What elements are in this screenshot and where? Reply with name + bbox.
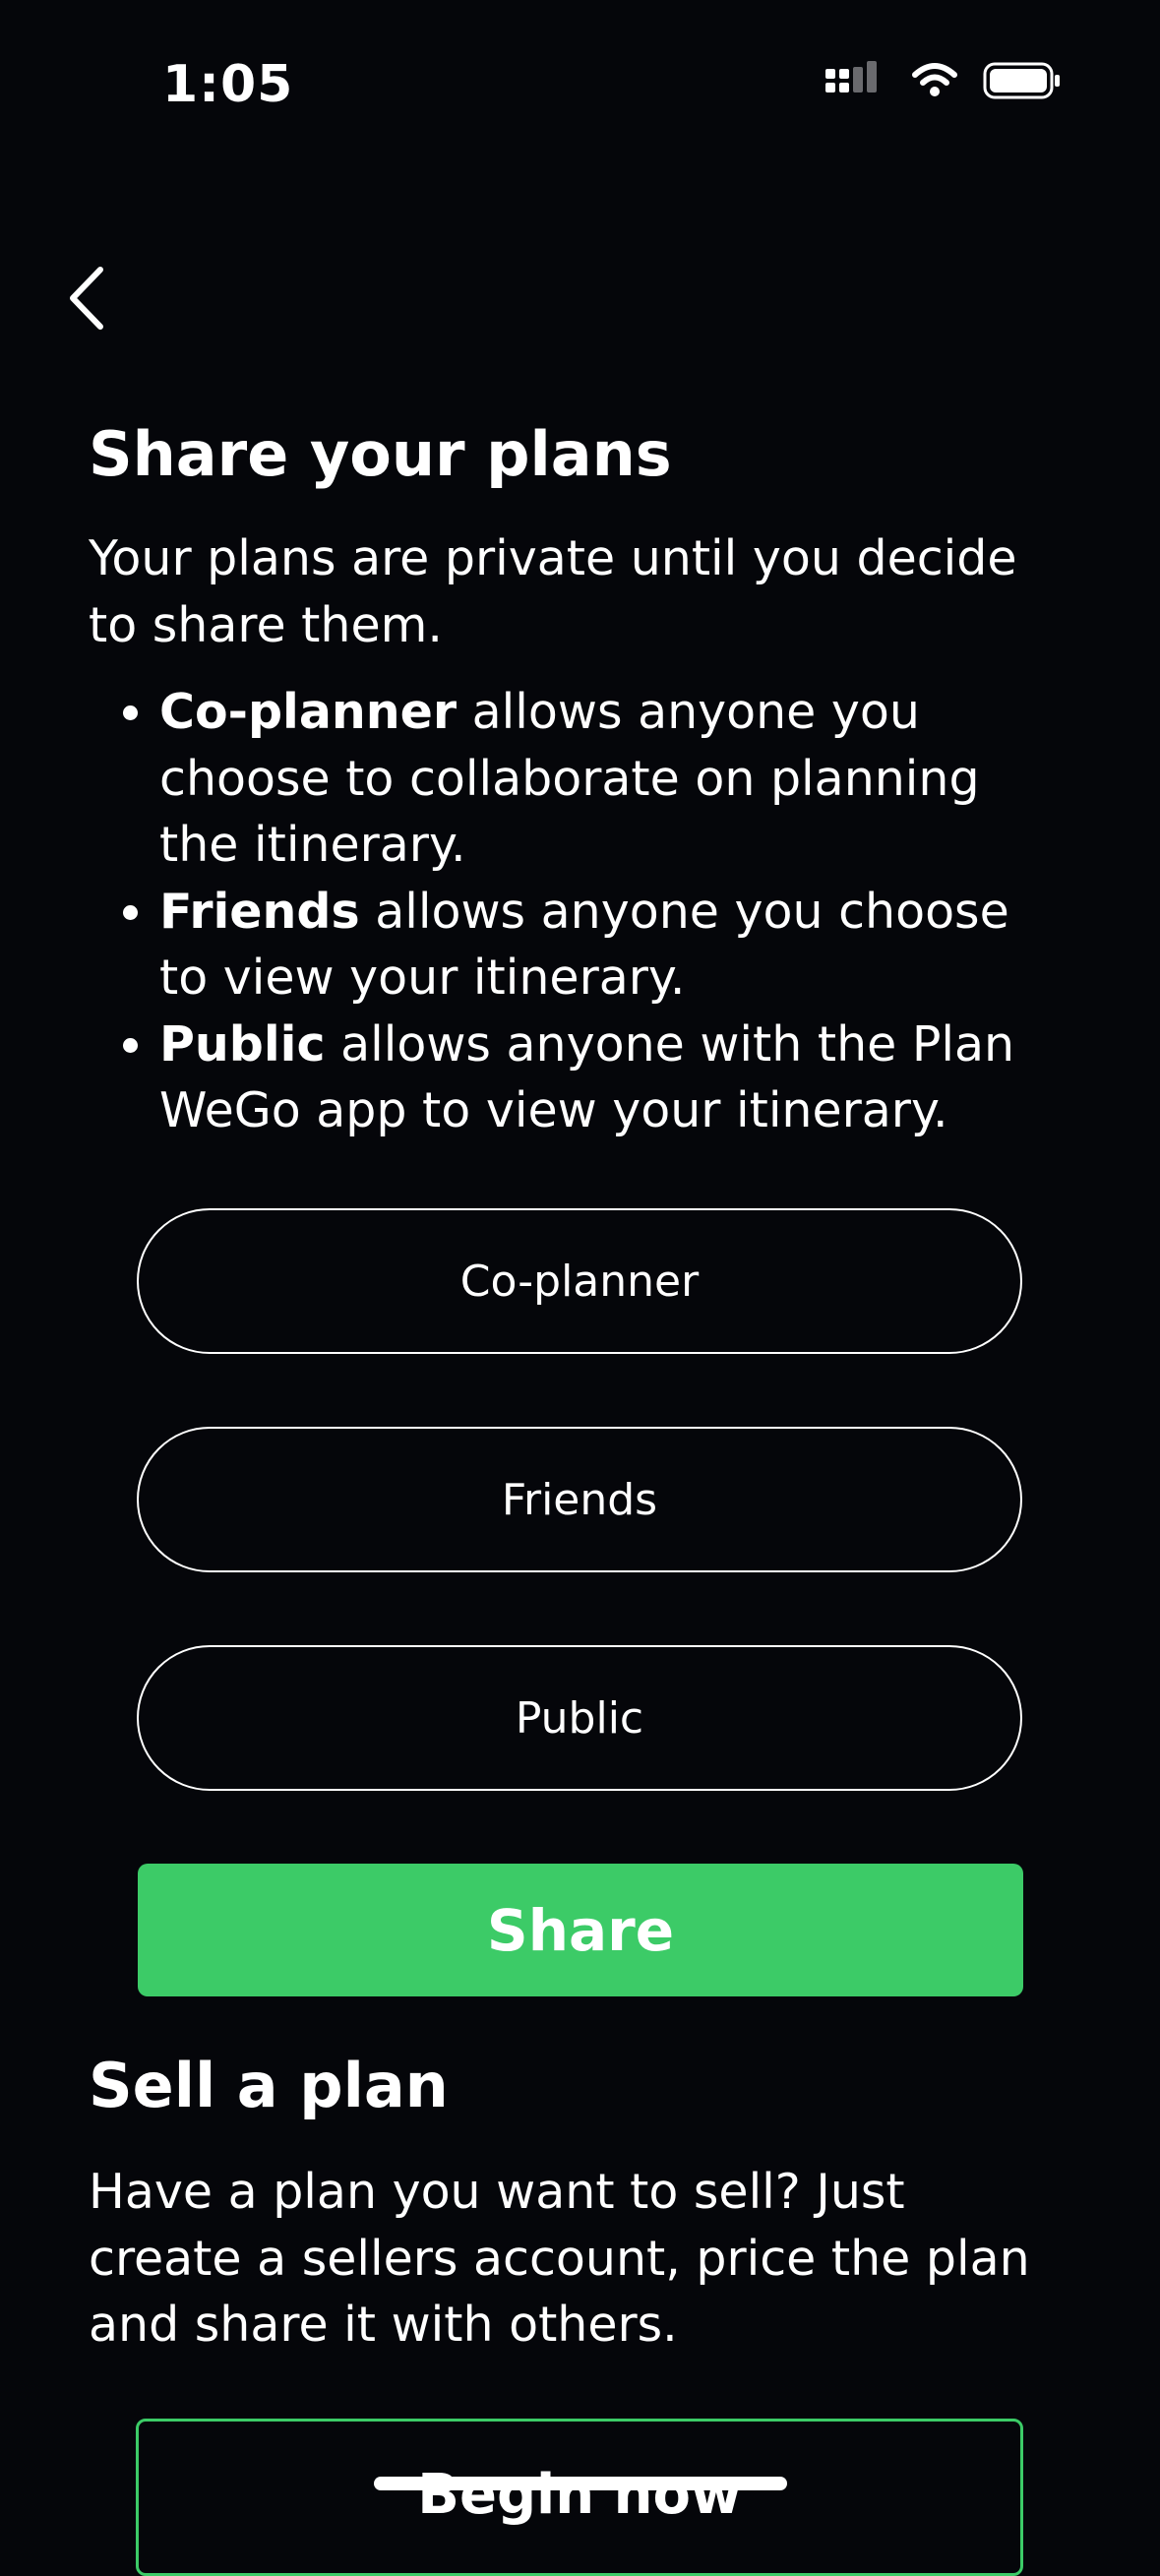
list-item: Co-planner allows anyone you choose to c… (159, 679, 1072, 879)
home-indicator[interactable] (374, 2477, 787, 2490)
battery-icon (983, 62, 1060, 99)
status-time: 1:05 (162, 55, 294, 114)
status-icons (825, 61, 1062, 100)
public-button[interactable]: Public (137, 1645, 1022, 1791)
share-button[interactable]: Share (138, 1864, 1023, 1996)
co-planner-button[interactable]: Co-planner (137, 1208, 1022, 1354)
signal-icon (825, 61, 877, 92)
list-item: Public allows anyone with the Plan WeGo … (159, 1012, 1072, 1144)
bullet-term: Public (159, 1015, 326, 1073)
back-button[interactable] (63, 264, 122, 333)
share-section: Share your plans Your plans are private … (89, 413, 1072, 1144)
sell-title: Sell a plan (89, 2050, 449, 2121)
bullet-term: Co-planner (159, 684, 458, 740)
share-intro: Your plans are private until you decide … (89, 530, 1017, 653)
sell-description: Have a plan you want to sell? Just creat… (89, 2164, 1030, 2353)
status-bar: 1:05 (0, 0, 1160, 167)
begin-now-button[interactable]: Begin now (136, 2419, 1023, 2576)
chevron-left-icon (70, 267, 103, 330)
bullet-term: Friends (159, 883, 360, 940)
sharing-options-list: Co-planner allows anyone you choose to c… (89, 679, 1072, 1144)
sell-section: Sell a plan Have a plan you want to sell… (89, 2045, 1072, 2359)
friends-button[interactable]: Friends (137, 1427, 1022, 1572)
wifi-icon (912, 63, 957, 96)
list-item: Friends allows anyone you choose to view… (159, 879, 1072, 1012)
share-title: Share your plans (89, 418, 672, 490)
